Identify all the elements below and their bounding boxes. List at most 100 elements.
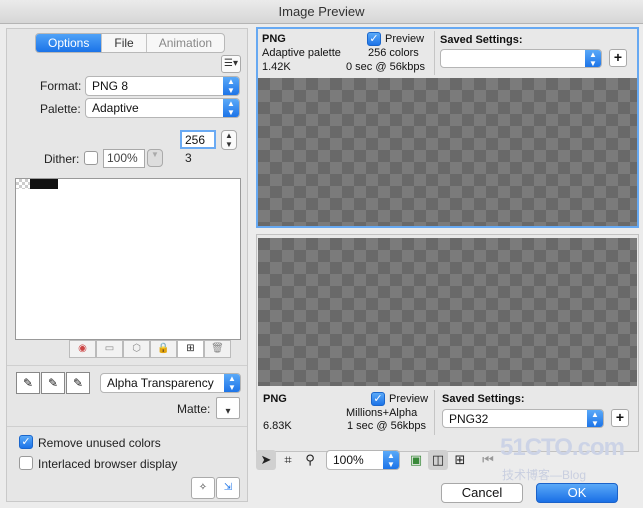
- preview-top-colors: 256 colors: [368, 47, 419, 59]
- eyedropper-add-button[interactable]: ✎: [41, 372, 65, 394]
- pointer-icon: ➤: [260, 452, 272, 467]
- tab-options[interactable]: Options: [36, 34, 103, 52]
- dither-input[interactable]: 100%: [103, 149, 145, 168]
- plus-icon: +: [613, 49, 623, 65]
- preview-top-saved-label: Saved Settings:: [440, 34, 523, 46]
- chevron-updown-icon: ▲ ▼: [223, 77, 239, 95]
- preview-top-preview-label: Preview: [385, 33, 425, 45]
- palette-select[interactable]: Adaptive ▲ ▼: [85, 98, 240, 118]
- four-pane-icon: ⊞: [454, 452, 466, 467]
- preview-top-canvas[interactable]: [258, 78, 637, 226]
- eyedropper-button[interactable]: ✎: [16, 372, 40, 394]
- palette-value: Adaptive: [92, 101, 139, 115]
- cube-icon[interactable]: ⬡: [123, 340, 150, 358]
- four-up-view-button[interactable]: ⊞: [450, 450, 470, 470]
- color-swatch[interactable]: [44, 179, 58, 189]
- chevron-updown-icon: ▲ ▼: [587, 410, 603, 428]
- watermark-subtitle: 技术博客—Blog: [502, 468, 587, 482]
- eyedropper-icon: ✎: [22, 376, 34, 390]
- preview-top-add-setting-button[interactable]: +: [609, 49, 627, 67]
- preview-bottom-add-setting-button[interactable]: +: [611, 409, 629, 427]
- preview-pane-bottom[interactable]: PNG 6.83K ✓ Preview Millions+Alpha 1 sec…: [256, 234, 639, 452]
- zoom-select[interactable]: 100% ▲ ▼: [326, 450, 400, 470]
- colors-input[interactable]: 256: [180, 130, 216, 149]
- list-menu-icon: ☰▾: [224, 58, 238, 69]
- format-value: PNG 8: [92, 79, 129, 93]
- export-icon: ⇲: [223, 482, 233, 493]
- preview-bottom-canvas[interactable]: [258, 238, 637, 386]
- chevron-updown-icon: ▲ ▼: [585, 50, 601, 68]
- crop-icon: ⌗: [284, 452, 292, 467]
- color-wheel-icon[interactable]: ◉: [69, 340, 96, 358]
- preview-bottom-speed: 1 sec @ 56kbps: [347, 420, 427, 432]
- two-up-view-button[interactable]: ◫: [428, 450, 448, 470]
- chevron-updown-icon: ▲ ▼: [383, 451, 399, 469]
- watermark-logo: 51CTO.com: [500, 434, 625, 461]
- zoom-tool[interactable]: ⚲: [300, 450, 320, 470]
- preview-bottom-size: 6.83K: [263, 420, 292, 432]
- preview-bottom-checkbox[interactable]: ✓: [371, 392, 385, 406]
- color-table[interactable]: [15, 178, 241, 340]
- crop-tool[interactable]: ⌗: [278, 450, 298, 470]
- tab-bar: Options File Animation: [35, 33, 226, 53]
- preview-top-speed: 0 sec @ 56kbps: [346, 61, 426, 73]
- add-color-icon[interactable]: ⊞: [177, 340, 204, 358]
- window-title: Image Preview: [0, 0, 643, 24]
- web-snap-icon[interactable]: ▭: [96, 340, 123, 358]
- transparency-select[interactable]: Alpha Transparency ▲ ▼: [100, 373, 241, 393]
- preview-top-size: 1.42K: [262, 61, 291, 73]
- format-label: Format:: [40, 79, 82, 93]
- single-view-button[interactable]: ▣: [406, 450, 426, 470]
- preview-top-checkbox[interactable]: ✓: [367, 32, 381, 46]
- preview-bottom-saved-value: PNG32: [449, 412, 489, 426]
- colors-count: 3: [185, 151, 192, 165]
- matte-swatch-button[interactable]: ▾: [216, 397, 240, 419]
- color-swatch[interactable]: [30, 179, 44, 189]
- preview-bottom-saved-label: Saved Settings:: [442, 393, 525, 405]
- dither-dropdown[interactable]: ▼: [147, 149, 163, 167]
- divider: [7, 426, 247, 427]
- preview-pane-top[interactable]: PNG Adaptive palette 1.42K ✓ Preview 256…: [256, 27, 639, 228]
- options-panel: Options File Animation ☰▾ Format: PNG 8 …: [6, 28, 248, 502]
- chevron-down-icon: ▾: [225, 406, 231, 417]
- dither-label: Dither:: [44, 152, 80, 166]
- interlaced-label: Interlaced browser display: [38, 457, 178, 471]
- two-pane-icon: ◫: [431, 452, 445, 467]
- lock-icon[interactable]: 🔒: [150, 340, 177, 358]
- preview-bottom-colors: Millions+Alpha: [346, 407, 418, 419]
- palette-label: Palette:: [40, 102, 81, 116]
- colors-stepper[interactable]: ▲ ▼: [221, 130, 237, 150]
- cancel-button[interactable]: Cancel: [441, 483, 523, 503]
- divider: [434, 31, 435, 75]
- preview-top-saved-select[interactable]: ▲ ▼: [440, 49, 602, 68]
- divider: [434, 390, 435, 435]
- export-area-button[interactable]: ⇲: [216, 477, 240, 499]
- preview-bottom-format: PNG: [263, 393, 287, 405]
- chevron-updown-icon: ▲ ▼: [224, 374, 240, 392]
- remove-unused-label: Remove unused colors: [38, 436, 161, 450]
- color-swatch[interactable]: [16, 179, 30, 189]
- palette-toolbar: ◉ ▭ ⬡ 🔒 ⊞ 🗑: [69, 340, 231, 358]
- plus-icon: +: [615, 409, 625, 425]
- skip-back-icon: ⏮: [482, 452, 494, 467]
- preview-bottom-saved-select[interactable]: PNG32 ▲ ▼: [442, 409, 604, 428]
- image-icon: ▣: [409, 452, 423, 467]
- preview-bottom-preview-label: Preview: [389, 393, 429, 405]
- options-menu-button[interactable]: ☰▾: [221, 55, 241, 73]
- remove-unused-checkbox[interactable]: ✓: [19, 435, 33, 449]
- interlaced-checkbox[interactable]: [19, 456, 33, 470]
- tab-file[interactable]: File: [102, 34, 147, 52]
- trash-icon[interactable]: 🗑: [204, 340, 231, 358]
- pointer-tool[interactable]: ➤: [256, 450, 276, 470]
- dither-checkbox[interactable]: [84, 151, 98, 165]
- matte-label: Matte:: [177, 402, 211, 416]
- eyedropper-plus-icon: ✎: [47, 376, 59, 390]
- ok-button[interactable]: OK: [536, 483, 618, 503]
- magnifier-icon: ⚲: [305, 452, 315, 467]
- tab-animation[interactable]: Animation: [147, 34, 224, 52]
- format-select[interactable]: PNG 8 ▲ ▼: [85, 76, 240, 96]
- wizard-button[interactable]: ✧: [191, 477, 215, 499]
- eyedropper-remove-button[interactable]: ✎: [66, 372, 90, 394]
- first-frame-button[interactable]: ⏮: [478, 450, 498, 470]
- magic-wand-icon: ✧: [198, 482, 208, 493]
